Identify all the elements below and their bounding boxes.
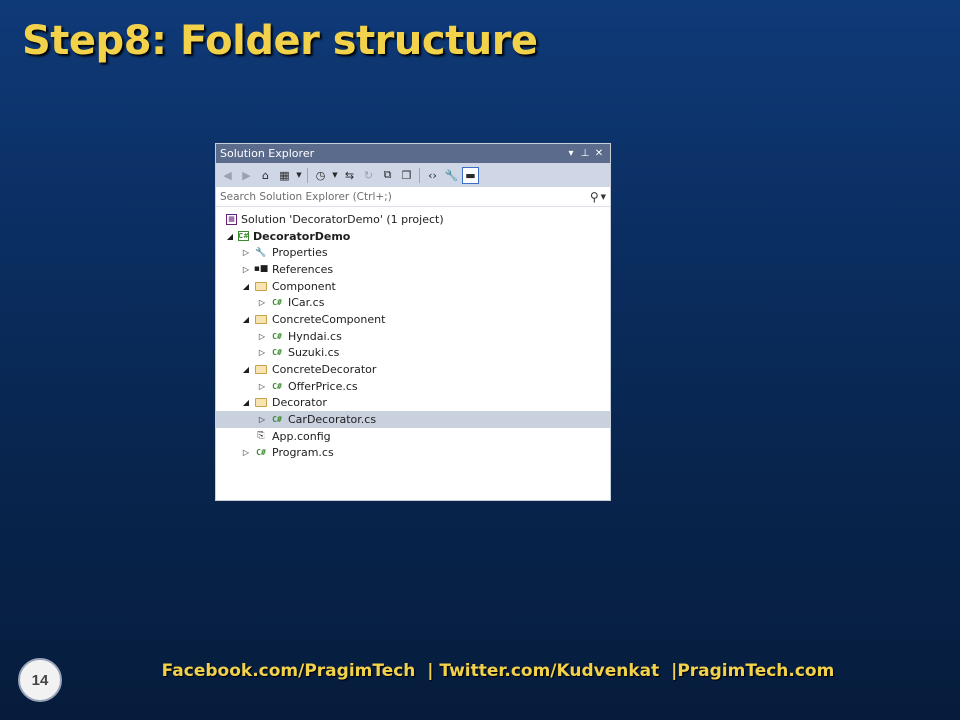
collapsed-arrow-icon[interactable]: ▷ [256, 414, 268, 426]
tree-row-file-cardecorator[interactable]: ▷ C# CarDecorator.cs [216, 411, 610, 428]
show-all-files-icon[interactable]: ❐ [398, 167, 415, 184]
folder-icon [254, 313, 268, 325]
tree-row-file-appconfig[interactable]: ⎘ App.config [216, 428, 610, 445]
tree-row-label: References [272, 262, 334, 276]
window-position-dropdown-icon[interactable]: ▾ [564, 148, 578, 159]
tree-row-label: Suzuki.cs [288, 346, 340, 360]
expanded-arrow-icon[interactable]: ◢ [240, 364, 252, 376]
tree-row-label: Component [272, 279, 336, 293]
collapsed-arrow-icon[interactable]: ▷ [256, 380, 268, 392]
csharp-file-icon: C# [256, 448, 266, 458]
csharp-file-icon: C# [272, 298, 282, 308]
tree-row-folder-concretecomponent[interactable]: ◢ ConcreteComponent [216, 311, 610, 328]
view-code-icon[interactable]: ‹› [424, 167, 441, 184]
expanded-arrow-icon[interactable]: ◢ [240, 313, 252, 325]
search-icon[interactable]: ⚲ [590, 190, 599, 204]
solution-icon: ▦ [226, 213, 237, 225]
folder-shape [255, 281, 267, 291]
preview-icon[interactable]: ▬ [462, 166, 479, 184]
references-icon: ▪■ [253, 264, 269, 275]
config-file-icon: ⎘ [257, 431, 265, 442]
tree-row-references[interactable]: ▷ ▪■ References [216, 261, 610, 278]
tree-row-label: OfferPrice.cs [288, 379, 358, 393]
tree-row-file-suzuki[interactable]: ▷ C# Suzuki.cs [216, 345, 610, 362]
pin-icon[interactable]: ⊥ [578, 148, 592, 159]
csharp-file-icon: C# [272, 331, 282, 341]
folder-icon [254, 364, 268, 376]
collapse-all-icon[interactable]: ⧉ [379, 167, 396, 184]
tree-row-label: App.config [272, 429, 331, 443]
tree-row-project[interactable]: ◢ C# DecoratorDemo [216, 228, 610, 245]
csharp-project-icon: C# [238, 231, 250, 242]
tree-row-label: Decorator [272, 396, 327, 410]
folder-shape [255, 398, 267, 408]
tree-row-folder-decorator[interactable]: ◢ Decorator [216, 395, 610, 412]
folder-shape [255, 314, 267, 324]
tree-row-file-offerprice[interactable]: ▷ C# OfferPrice.cs [216, 378, 610, 395]
expanded-arrow-icon[interactable]: ◢ [224, 230, 236, 242]
tree-row-folder-component[interactable]: ◢ Component [216, 278, 610, 295]
wrench-icon: 🔧 [255, 247, 267, 258]
folder-icon [254, 280, 268, 292]
tree-row-label: ICar.cs [288, 296, 325, 310]
csharp-file-icon: C# [272, 381, 282, 391]
chevron-down-icon[interactable]: ▼ [331, 167, 339, 184]
pending-changes-icon[interactable]: ◷ [312, 167, 329, 184]
toolbar-separator [419, 167, 420, 183]
switch-views-icon[interactable]: ▦ [276, 167, 293, 184]
sync-icon[interactable]: ⇆ [341, 167, 358, 184]
tree-row-file-program[interactable]: ▷ C# Program.cs [216, 445, 610, 462]
tree-row-properties[interactable]: ▷ 🔧 Properties [216, 244, 610, 261]
solution-explorer-panel: Solution Explorer ▾ ⊥ ✕ ◀ ▶ ⌂ ▦ ▼ ◷ ▼ ⇆ … [215, 143, 611, 501]
collapsed-arrow-icon[interactable]: ▷ [240, 263, 252, 275]
close-icon[interactable]: ✕ [592, 148, 606, 159]
chevron-down-icon[interactable]: ▼ [601, 193, 606, 201]
chevron-down-icon[interactable]: ▼ [295, 167, 303, 184]
slide-title: Step8: Folder structure [22, 18, 538, 64]
csharp-file-icon: C# [272, 415, 282, 425]
expanded-arrow-icon[interactable]: ◢ [240, 397, 252, 409]
folder-icon [254, 397, 268, 409]
folder-shape [255, 365, 267, 375]
expanded-arrow-icon[interactable]: ◢ [240, 280, 252, 292]
tree-row-solution[interactable]: ▦ Solution 'DecoratorDemo' (1 project) [216, 211, 610, 228]
search-input[interactable]: Search Solution Explorer (Ctrl+;) ⚲ ▼ [216, 187, 610, 207]
tree-row-label: ConcreteComponent [272, 312, 386, 326]
tree-row-label: Hyndai.cs [288, 329, 342, 343]
footer-links: Facebook.com/PragimTech | Twitter.com/Ku… [161, 661, 835, 681]
tree-row-label: Properties [272, 246, 328, 260]
tree-row-label: Program.cs [272, 446, 334, 460]
csharp-file-icon: C# [272, 348, 282, 358]
collapsed-arrow-icon[interactable]: ▷ [256, 347, 268, 359]
collapsed-arrow-icon[interactable]: ▷ [240, 447, 252, 459]
tree-row-label: ConcreteDecorator [272, 363, 377, 377]
toolbar-separator [307, 167, 308, 183]
solution-explorer-toolbar: ◀ ▶ ⌂ ▦ ▼ ◷ ▼ ⇆ ↻ ⧉ ❐ ‹› 🔧 ▬ [216, 163, 610, 187]
properties-icon[interactable]: 🔧 [443, 167, 460, 184]
home-icon[interactable]: ⌂ [257, 167, 274, 184]
collapsed-arrow-icon[interactable]: ▷ [256, 330, 268, 342]
refresh-icon[interactable]: ↻ [360, 167, 377, 184]
tree-row-file-hyndai[interactable]: ▷ C# Hyndai.cs [216, 328, 610, 345]
search-placeholder: Search Solution Explorer (Ctrl+;) [220, 190, 392, 203]
tree-row-folder-concretedecorator[interactable]: ◢ ConcreteDecorator [216, 361, 610, 378]
panel-title: Solution Explorer [220, 147, 315, 160]
tree-row-label: CarDecorator.cs [288, 413, 377, 427]
forward-icon[interactable]: ▶ [238, 167, 255, 184]
back-icon[interactable]: ◀ [219, 167, 236, 184]
tree-row-file-icar[interactable]: ▷ C# ICar.cs [216, 294, 610, 311]
collapsed-arrow-icon[interactable]: ▷ [240, 247, 252, 259]
collapsed-arrow-icon[interactable]: ▷ [256, 297, 268, 309]
solution-tree: ▦ Solution 'DecoratorDemo' (1 project) ◢… [216, 207, 610, 461]
tree-row-label: DecoratorDemo [253, 229, 351, 243]
tree-row-label: Solution 'DecoratorDemo' (1 project) [241, 212, 444, 226]
solution-explorer-titlebar: Solution Explorer ▾ ⊥ ✕ [216, 144, 610, 163]
